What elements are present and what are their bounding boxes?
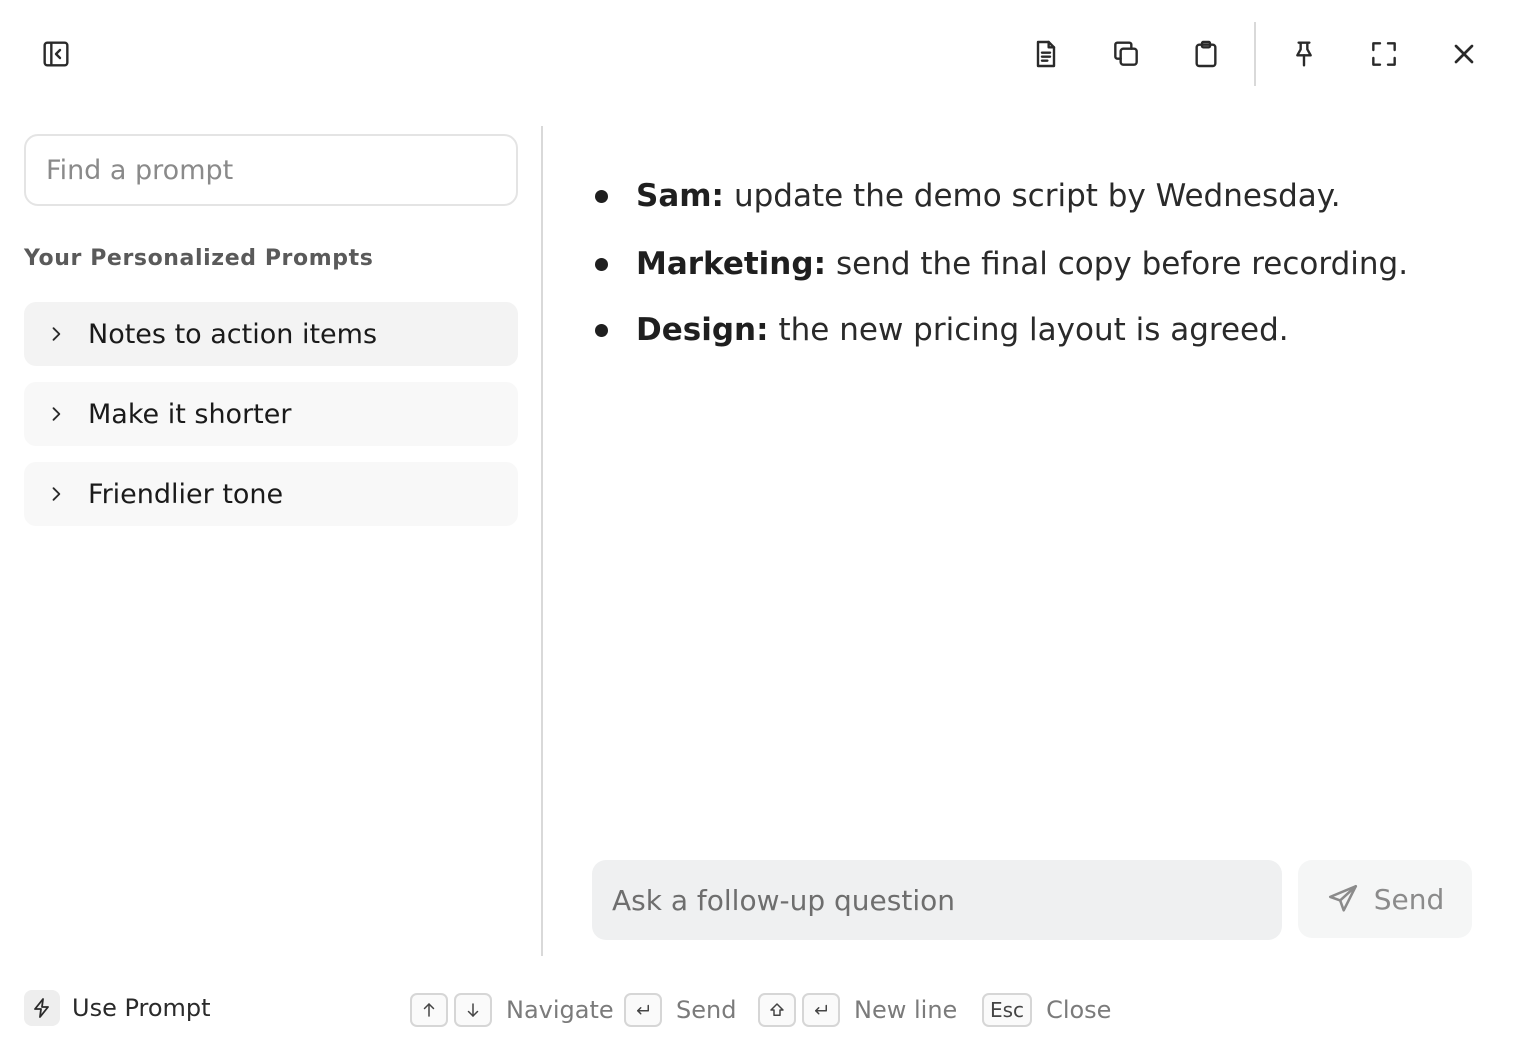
shift-icon [770,1003,784,1016]
toolbar-divider [1254,22,1256,86]
prompt-item-friendlier-tone[interactable]: Friendlier tone [24,462,518,526]
prompt-item-label: Make it shorter [88,398,292,430]
send-label: Send [1373,882,1445,916]
key-shift [758,993,796,1027]
shortcut-send: Send [624,992,736,1028]
prompt-item-label: Notes to action items [88,318,378,350]
key-up [410,993,448,1027]
chevron-right-icon [52,327,61,341]
clipboard-icon [1195,40,1217,68]
document-icon [1036,40,1056,68]
copy-icon [1114,41,1138,66]
followup-box [592,860,1282,940]
use-prompt-icon-box [24,990,60,1026]
pin-icon [1296,41,1312,67]
arrow-down-icon [467,1003,479,1017]
bullet-text: send the final copy before recording. [835,246,1409,282]
shortcut-label: New line [854,996,958,1024]
bullet-dot [595,257,608,271]
prompt-search-box [24,134,518,206]
bullet-dot [595,189,608,203]
bullet-item: Marketing: send the final copy before re… [592,246,1408,282]
document-button[interactable] [1022,30,1070,78]
prompt-item-notes-to-action-items[interactable]: Notes to action items [24,302,518,366]
bullet-text: update the demo script by Wednesday. [733,178,1341,214]
chevron-right-icon [52,407,61,421]
fullscreen-button[interactable] [1360,30,1408,78]
sidebar-collapse-icon [43,41,69,67]
shortcut-close: Esc Close [982,992,1111,1028]
arrow-up-icon [423,1003,435,1017]
prompt-search-input[interactable] [26,136,516,204]
chevron-right-icon [52,487,61,501]
bullet-label: Sam: [636,178,724,214]
bullet-text: the new pricing layout is agreed. [778,312,1289,348]
sidebar-toggle-button[interactable] [32,30,80,78]
shortcut-label: Send [676,996,737,1024]
copy-button[interactable] [1102,30,1150,78]
bullet-item: Design: the new pricing layout is agreed… [592,312,1289,348]
key-esc: Esc [982,993,1033,1027]
pin-button[interactable] [1280,30,1328,78]
panel-divider [541,126,543,956]
use-prompt-label: Use Prompt [72,994,211,1022]
section-title: Your Personalized Prompts [24,246,374,271]
followup-input[interactable] [592,860,1282,940]
shortcut-label: Navigate [506,996,614,1024]
bullet-item: Sam: update the demo script by Wednesday… [592,178,1341,214]
send-button[interactable]: Send [1298,860,1472,938]
bullet-dot [595,323,608,337]
enter-icon [637,1004,649,1015]
enter-icon [815,1004,827,1015]
send-icon [1328,884,1357,912]
close-icon [1454,44,1474,64]
prompt-item-make-it-shorter[interactable]: Make it shorter [24,382,518,446]
fullscreen-icon [1372,42,1396,66]
bullet-label: Marketing: [636,246,826,282]
use-prompt-button[interactable]: Use Prompt [24,988,211,1028]
key-down [454,993,492,1027]
shortcut-navigate: Navigate [410,992,614,1028]
close-button[interactable] [1440,30,1488,78]
bullet-label: Design: [636,312,769,348]
shortcut-new-line: New line [758,992,957,1028]
prompt-item-label: Friendlier tone [88,478,284,510]
key-enter [802,993,840,1027]
shortcut-label: Close [1046,996,1112,1024]
clipboard-button[interactable] [1182,30,1230,78]
lightning-icon [34,998,49,1018]
key-enter [624,993,662,1027]
